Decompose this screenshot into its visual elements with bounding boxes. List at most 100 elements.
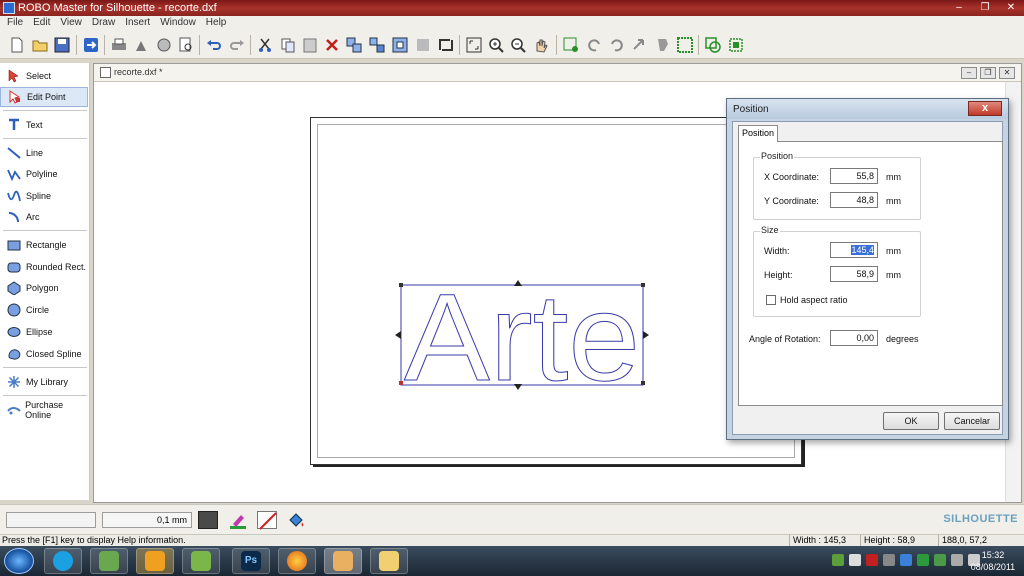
tool-my-library[interactable]: My Library: [0, 372, 88, 392]
redo-icon[interactable]: [228, 36, 246, 54]
taskbar-skype[interactable]: [44, 548, 82, 574]
handle-top-right: [641, 283, 645, 287]
taskbar-people[interactable]: [90, 548, 128, 574]
tool-spline[interactable]: Spline: [0, 186, 88, 206]
flip-icon[interactable]: [437, 36, 455, 54]
rotation-field[interactable]: 0,00: [830, 330, 878, 346]
taskbar-folder[interactable]: [370, 548, 408, 574]
taskbar-evernote[interactable]: [182, 548, 220, 574]
zoom-in-icon[interactable]: [487, 36, 505, 54]
menu-help[interactable]: Help: [201, 16, 232, 31]
tool-purchase-online[interactable]: Purchase Online: [0, 400, 88, 420]
x-coordinate-field[interactable]: 55,8: [830, 168, 878, 184]
menu-draw[interactable]: Draw: [87, 16, 120, 31]
fill-bucket-icon[interactable]: [286, 511, 306, 529]
print-icon[interactable]: [110, 36, 128, 54]
ungroup-icon[interactable]: [368, 36, 386, 54]
cancel-button[interactable]: Cancelar: [944, 412, 1000, 430]
menu-bar: File Edit View Draw Insert Window Help: [0, 16, 1024, 31]
tool-arc[interactable]: Arc: [0, 207, 88, 227]
fill-color-swatch[interactable]: [198, 511, 218, 529]
menu-edit[interactable]: Edit: [28, 16, 55, 31]
no-fill-icon[interactable]: [257, 511, 277, 530]
width-field[interactable]: 145,4: [830, 242, 878, 258]
compound-path-icon[interactable]: [391, 36, 409, 54]
send-to-cutter-icon[interactable]: [82, 36, 100, 54]
offset-icon[interactable]: [704, 36, 722, 54]
print-setup-icon[interactable]: [155, 36, 173, 54]
rotation-unit: degrees: [886, 334, 919, 344]
drawing-toolbox: Select Edit Point Text Line Polyline Spl…: [0, 63, 90, 500]
save-icon[interactable]: [53, 36, 71, 54]
line-color-icon[interactable]: [228, 511, 248, 529]
clock[interactable]: 15:32 08/08/2011: [970, 549, 1016, 573]
hold-aspect-label: Hold aspect ratio: [780, 295, 848, 305]
ok-button[interactable]: OK: [883, 412, 939, 430]
doc-minimize-button[interactable]: –: [961, 67, 977, 79]
tray-icon-3[interactable]: [866, 554, 878, 566]
tool-polyline[interactable]: Polyline: [0, 164, 88, 184]
cut-icon[interactable]: [256, 36, 274, 54]
taskbar-photoshop[interactable]: Ps: [232, 548, 270, 574]
tool-edit-point[interactable]: Edit Point: [0, 87, 88, 107]
zoom-fit-icon[interactable]: [465, 36, 483, 54]
tool-circle[interactable]: Circle: [0, 300, 88, 320]
tool-rectangle[interactable]: Rectangle: [0, 235, 88, 255]
open-folder-icon[interactable]: [31, 36, 49, 54]
release-compound-icon[interactable]: [414, 36, 432, 54]
signal-icon[interactable]: [951, 554, 963, 566]
hold-aspect-checkbox[interactable]: [766, 295, 776, 305]
arrow-right-icon[interactable]: [631, 36, 649, 54]
tray-icon-7[interactable]: [934, 554, 946, 566]
line-width-field[interactable]: 0,1 mm: [102, 512, 192, 528]
tool-text[interactable]: Text: [0, 115, 88, 135]
maximize-button[interactable]: ❐: [976, 1, 994, 14]
doc-restore-button[interactable]: ❐: [980, 67, 996, 79]
zoom-page-icon[interactable]: [177, 36, 195, 54]
dialog-close-button[interactable]: x: [968, 101, 1002, 116]
tool-rounded-rect[interactable]: Rounded Rect.: [0, 257, 88, 277]
delete-icon[interactable]: [323, 36, 341, 54]
tool-closed-spline[interactable]: Closed Spline: [0, 344, 88, 364]
bounding-box-icon[interactable]: [727, 36, 745, 54]
group-icon[interactable]: [345, 36, 363, 54]
line-style-field[interactable]: [6, 512, 96, 528]
minimize-button[interactable]: –: [950, 1, 968, 14]
undo-icon[interactable]: [205, 36, 223, 54]
artwork-selection[interactable]: Arte: [395, 269, 649, 408]
tab-position[interactable]: Position: [738, 125, 778, 142]
taskbar-firefox[interactable]: [278, 548, 316, 574]
menu-view[interactable]: View: [55, 16, 87, 31]
rotate-icon[interactable]: [608, 36, 626, 54]
doc-close-button[interactable]: ✕: [999, 67, 1015, 79]
close-window-button[interactable]: ✕: [1002, 1, 1020, 14]
tray-icon-6[interactable]: [917, 554, 929, 566]
select-all-icon[interactable]: [676, 36, 694, 54]
taskbar-robomaster[interactable]: [324, 548, 362, 574]
y-coordinate-field[interactable]: 48,8: [830, 192, 878, 208]
tray-icon-4[interactable]: [883, 554, 895, 566]
tray-icon-2[interactable]: [849, 554, 861, 566]
copy-icon[interactable]: [279, 36, 297, 54]
add-node-icon[interactable]: [562, 36, 580, 54]
paste-icon[interactable]: [301, 36, 319, 54]
zoom-out-icon[interactable]: [509, 36, 527, 54]
new-file-icon[interactable]: [8, 36, 26, 54]
print-preview-icon[interactable]: [133, 36, 151, 54]
outlook-icon: [145, 551, 165, 571]
start-button[interactable]: [4, 548, 34, 574]
tray-icon-1[interactable]: [832, 554, 844, 566]
tool-ellipse[interactable]: Ellipse: [0, 322, 88, 342]
menu-window[interactable]: Window: [155, 16, 201, 31]
tool-line[interactable]: Line: [0, 143, 88, 163]
menu-insert[interactable]: Insert: [120, 16, 155, 31]
height-field[interactable]: 58,9: [830, 266, 878, 282]
weld-icon[interactable]: [654, 36, 672, 54]
menu-file[interactable]: File: [2, 16, 28, 31]
tool-select[interactable]: Select: [0, 66, 88, 86]
rotate-left-icon[interactable]: [585, 36, 603, 54]
tool-polygon[interactable]: Polygon: [0, 278, 88, 298]
taskbar-outlook[interactable]: [136, 548, 174, 574]
pan-hand-icon[interactable]: [532, 36, 550, 54]
tray-icon-5[interactable]: [900, 554, 912, 566]
